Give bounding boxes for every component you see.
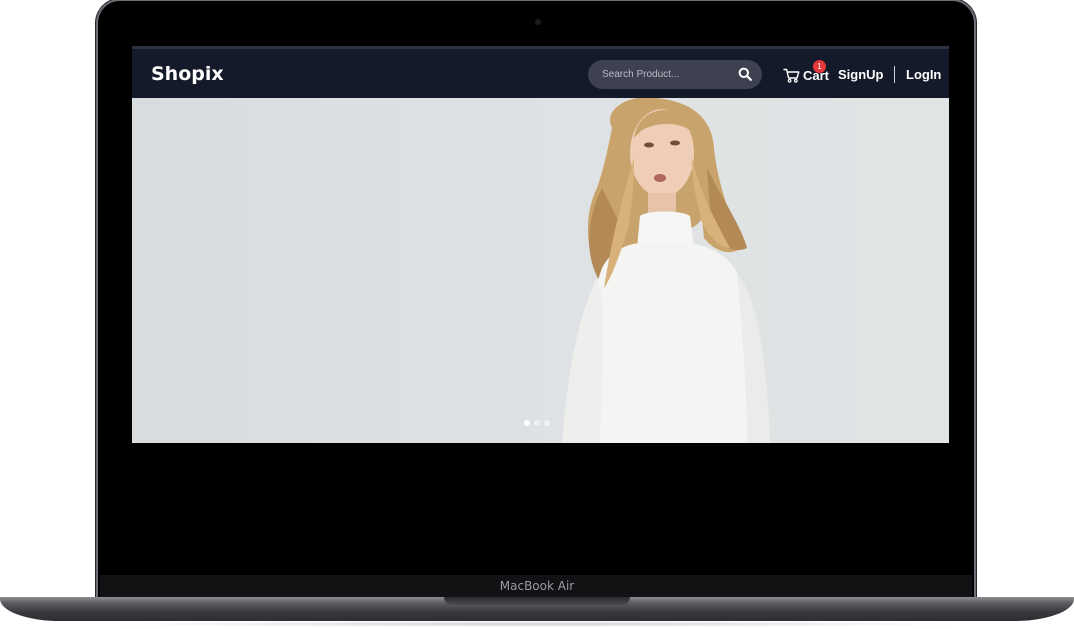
search-bar	[588, 60, 762, 89]
search-input[interactable]	[602, 60, 732, 89]
brand-logo[interactable]: Shopix	[151, 63, 224, 85]
browser-screen: Shopix Cart 1 SignUp LogIn	[132, 46, 949, 444]
carousel-dot[interactable]	[524, 420, 530, 426]
carousel-dot[interactable]	[544, 420, 550, 426]
signup-link[interactable]: SignUp	[838, 67, 884, 82]
search-icon[interactable]	[738, 67, 752, 81]
carousel-dot[interactable]	[534, 420, 540, 426]
laptop-shadow	[110, 621, 964, 627]
laptop-notch	[444, 597, 630, 605]
login-link[interactable]: LogIn	[906, 67, 941, 82]
hero-carousel[interactable]	[132, 98, 949, 443]
cart-icon	[783, 68, 800, 83]
hero-model-image	[562, 98, 770, 443]
carousel-dots	[524, 420, 550, 426]
device-label: MacBook Air	[499, 579, 575, 593]
cart-link[interactable]: Cart 1	[783, 60, 829, 85]
navbar: Shopix Cart 1 SignUp LogIn	[132, 46, 949, 98]
cart-count-badge: 1	[813, 60, 826, 73]
nav-divider	[894, 66, 895, 83]
webcam-icon	[535, 19, 541, 25]
